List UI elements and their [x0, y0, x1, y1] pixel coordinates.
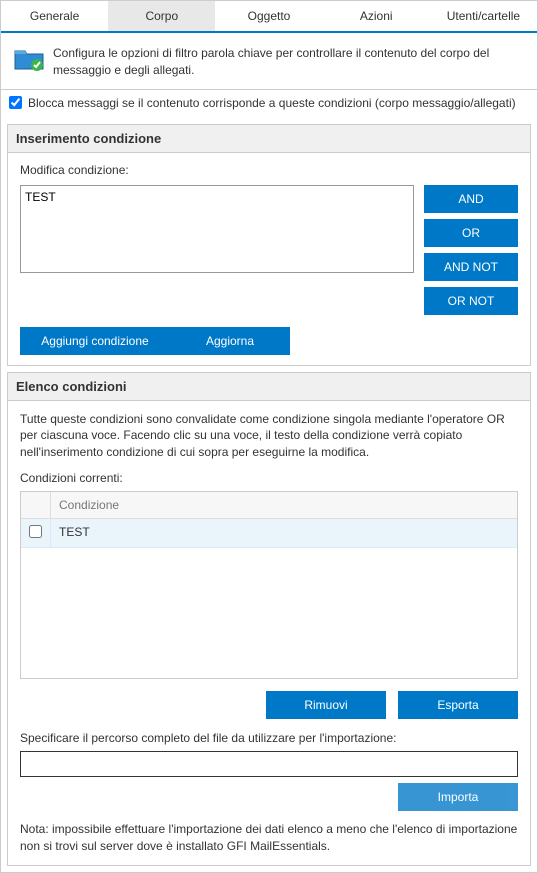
andnot-button[interactable]: AND NOT	[424, 253, 518, 281]
import-button[interactable]: Importa	[398, 783, 518, 811]
block-checkbox[interactable]	[9, 96, 22, 109]
row-checkbox[interactable]	[29, 525, 42, 538]
update-button[interactable]: Aggiorna	[170, 327, 290, 355]
info-section: Configura le opzioni di filtro parola ch…	[1, 33, 537, 90]
conditions-description: Tutte queste condizioni sono convalidate…	[20, 411, 518, 461]
edit-condition-label: Modifica condizione:	[20, 163, 518, 177]
table-empty-space	[21, 548, 517, 678]
block-checkbox-label: Blocca messaggi se il contenuto corrispo…	[28, 96, 516, 110]
info-text: Configura le opzioni di filtro parola ch…	[53, 45, 525, 79]
add-condition-button[interactable]: Aggiungi condizione	[20, 327, 170, 355]
row-checkbox-cell	[21, 519, 51, 547]
current-conditions-label: Condizioni correnti:	[20, 471, 518, 485]
table-header: Condizione	[21, 492, 517, 519]
logic-buttons: AND OR AND NOT OR NOT	[424, 185, 518, 315]
tab-generale[interactable]: Generale	[1, 1, 108, 31]
remove-button[interactable]: Rimuovi	[266, 691, 386, 719]
insert-panel-header: Inserimento condizione	[8, 125, 530, 153]
condition-textarea[interactable]	[20, 185, 414, 273]
tab-oggetto[interactable]: Oggetto	[215, 1, 322, 31]
import-path-label: Specificare il percorso completo del fil…	[20, 731, 518, 745]
ornot-button[interactable]: OR NOT	[424, 287, 518, 315]
tab-utenti[interactable]: Utenti/cartelle	[430, 1, 537, 31]
tabs-bar: Generale Corpo Oggetto Azioni Utenti/car…	[1, 1, 537, 33]
import-note: Nota: impossibile effettuare l'importazi…	[20, 821, 518, 855]
header-condition-col: Condizione	[51, 492, 517, 518]
list-panel-header: Elenco condizioni	[8, 373, 530, 401]
table-row[interactable]: TEST	[21, 519, 517, 548]
header-checkbox-col	[21, 492, 51, 518]
import-path-input[interactable]	[20, 751, 518, 777]
conditions-list-panel: Elenco condizioni Tutte queste condizion…	[7, 372, 531, 866]
conditions-table: Condizione TEST	[20, 491, 518, 679]
export-button[interactable]: Esporta	[398, 691, 518, 719]
tab-corpo[interactable]: Corpo	[108, 1, 215, 31]
and-button[interactable]: AND	[424, 185, 518, 213]
block-checkbox-row: Blocca messaggi se il contenuto corrispo…	[1, 92, 537, 118]
row-condition-cell: TEST	[51, 519, 517, 547]
or-button[interactable]: OR	[424, 219, 518, 247]
folder-check-icon	[13, 45, 45, 73]
insert-condition-panel: Inserimento condizione Modifica condizio…	[7, 124, 531, 366]
tab-azioni[interactable]: Azioni	[323, 1, 430, 31]
